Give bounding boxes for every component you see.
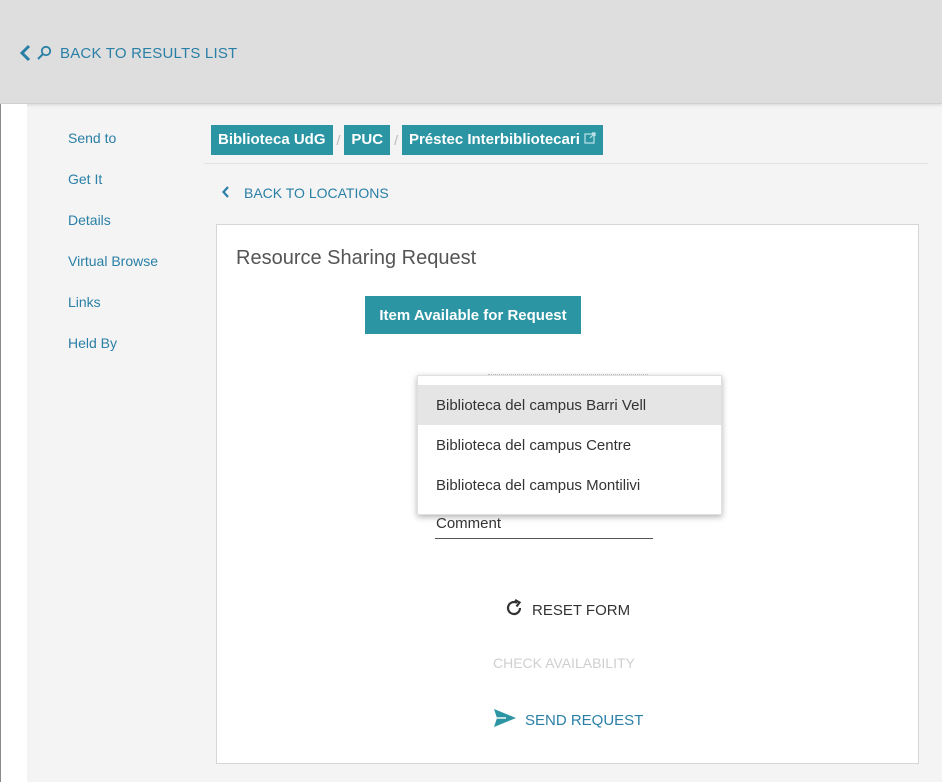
- search-icon: [36, 45, 52, 61]
- request-form-card: Resource Sharing Request Item Available …: [216, 224, 919, 764]
- comment-field[interactable]: Comment: [435, 515, 653, 539]
- top-bar: BACK TO RESULTS LIST: [0, 0, 942, 104]
- back-to-locations-label: BACK TO LOCATIONS: [244, 185, 389, 201]
- send-request-label: SEND REQUEST: [525, 711, 644, 729]
- breadcrumb-item-library[interactable]: Biblioteca UdG: [211, 125, 333, 155]
- send-request-button[interactable]: SEND REQUEST: [493, 708, 643, 732]
- breadcrumb: Biblioteca UdG / PUC / Préstec Interbibl…: [211, 125, 603, 155]
- breadcrumb-label: PUC: [351, 131, 384, 148]
- sidenav-item-held-by[interactable]: Held By: [68, 333, 158, 374]
- item-available-button[interactable]: Item Available for Request: [365, 296, 581, 334]
- sidenav-item-get-it[interactable]: Get It: [68, 169, 158, 210]
- dropdown-hidden-option: [488, 374, 648, 378]
- back-to-locations-link[interactable]: BACK TO LOCATIONS: [222, 185, 389, 201]
- dropdown-option-centre[interactable]: Biblioteca del campus Centre: [418, 425, 721, 465]
- breadcrumb-item-service[interactable]: Préstec Interbibliotecari: [401, 125, 603, 155]
- check-availability-label: CHECK AVAILABILITY: [493, 655, 635, 671]
- sidenav-item-details[interactable]: Details: [68, 210, 158, 251]
- pickup-location-dropdown[interactable]: Biblioteca del campus Barri Vell Bibliot…: [417, 374, 722, 515]
- dropdown-option-barri-vell[interactable]: Biblioteca del campus Barri Vell: [418, 385, 721, 425]
- refresh-icon: [504, 598, 524, 622]
- side-nav: Send to Get It Details Virtual Browse Li…: [68, 128, 158, 374]
- reset-form-label: RESET FORM: [532, 601, 631, 619]
- back-to-results-label: BACK TO RESULTS LIST: [60, 44, 238, 62]
- left-strip: [1, 104, 27, 782]
- form-title: Resource Sharing Request: [236, 247, 477, 269]
- sidenav-item-links[interactable]: Links: [68, 292, 158, 333]
- breadcrumb-label: Biblioteca UdG: [218, 131, 326, 148]
- check-availability-button[interactable]: CHECK AVAILABILITY: [493, 655, 635, 671]
- breadcrumb-separator: /: [336, 132, 341, 148]
- chevron-left-icon: [18, 44, 32, 62]
- reset-form-button[interactable]: RESET FORM: [504, 598, 630, 622]
- breadcrumb-item-location[interactable]: PUC: [344, 125, 391, 155]
- chevron-left-icon: [222, 185, 230, 201]
- page: BACK TO RESULTS LIST Send to Get It Deta…: [0, 0, 942, 782]
- divider: [204, 163, 928, 164]
- breadcrumb-label: Préstec Interbibliotecari: [408, 131, 580, 148]
- back-to-results-link[interactable]: BACK TO RESULTS LIST: [18, 42, 237, 64]
- breadcrumb-separator: /: [394, 132, 398, 148]
- sidenav-item-send-to[interactable]: Send to: [68, 128, 158, 169]
- send-icon: [493, 708, 517, 732]
- external-link-icon: [584, 125, 596, 155]
- sidenav-item-virtual-browse[interactable]: Virtual Browse: [68, 251, 158, 292]
- dropdown-option-montilivi[interactable]: Biblioteca del campus Montilivi: [418, 465, 721, 505]
